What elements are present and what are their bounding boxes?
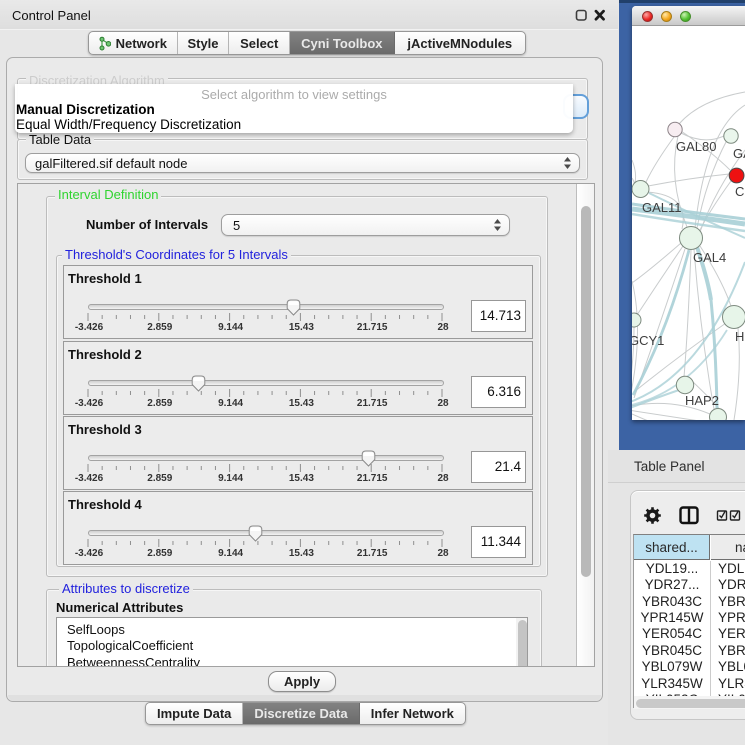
svg-text:GAL11: GAL11	[642, 200, 682, 215]
svg-text:GAL4: GAL4	[693, 250, 726, 265]
svg-text:HI: HI	[735, 329, 745, 344]
svg-text:HAP2: HAP2	[685, 393, 719, 408]
svg-text:GAL80: GAL80	[676, 139, 716, 154]
svg-text:GCY1: GCY1	[632, 333, 664, 348]
svg-text:GAL8: GAL8	[733, 146, 745, 161]
svg-text:CD: CD	[735, 184, 745, 199]
